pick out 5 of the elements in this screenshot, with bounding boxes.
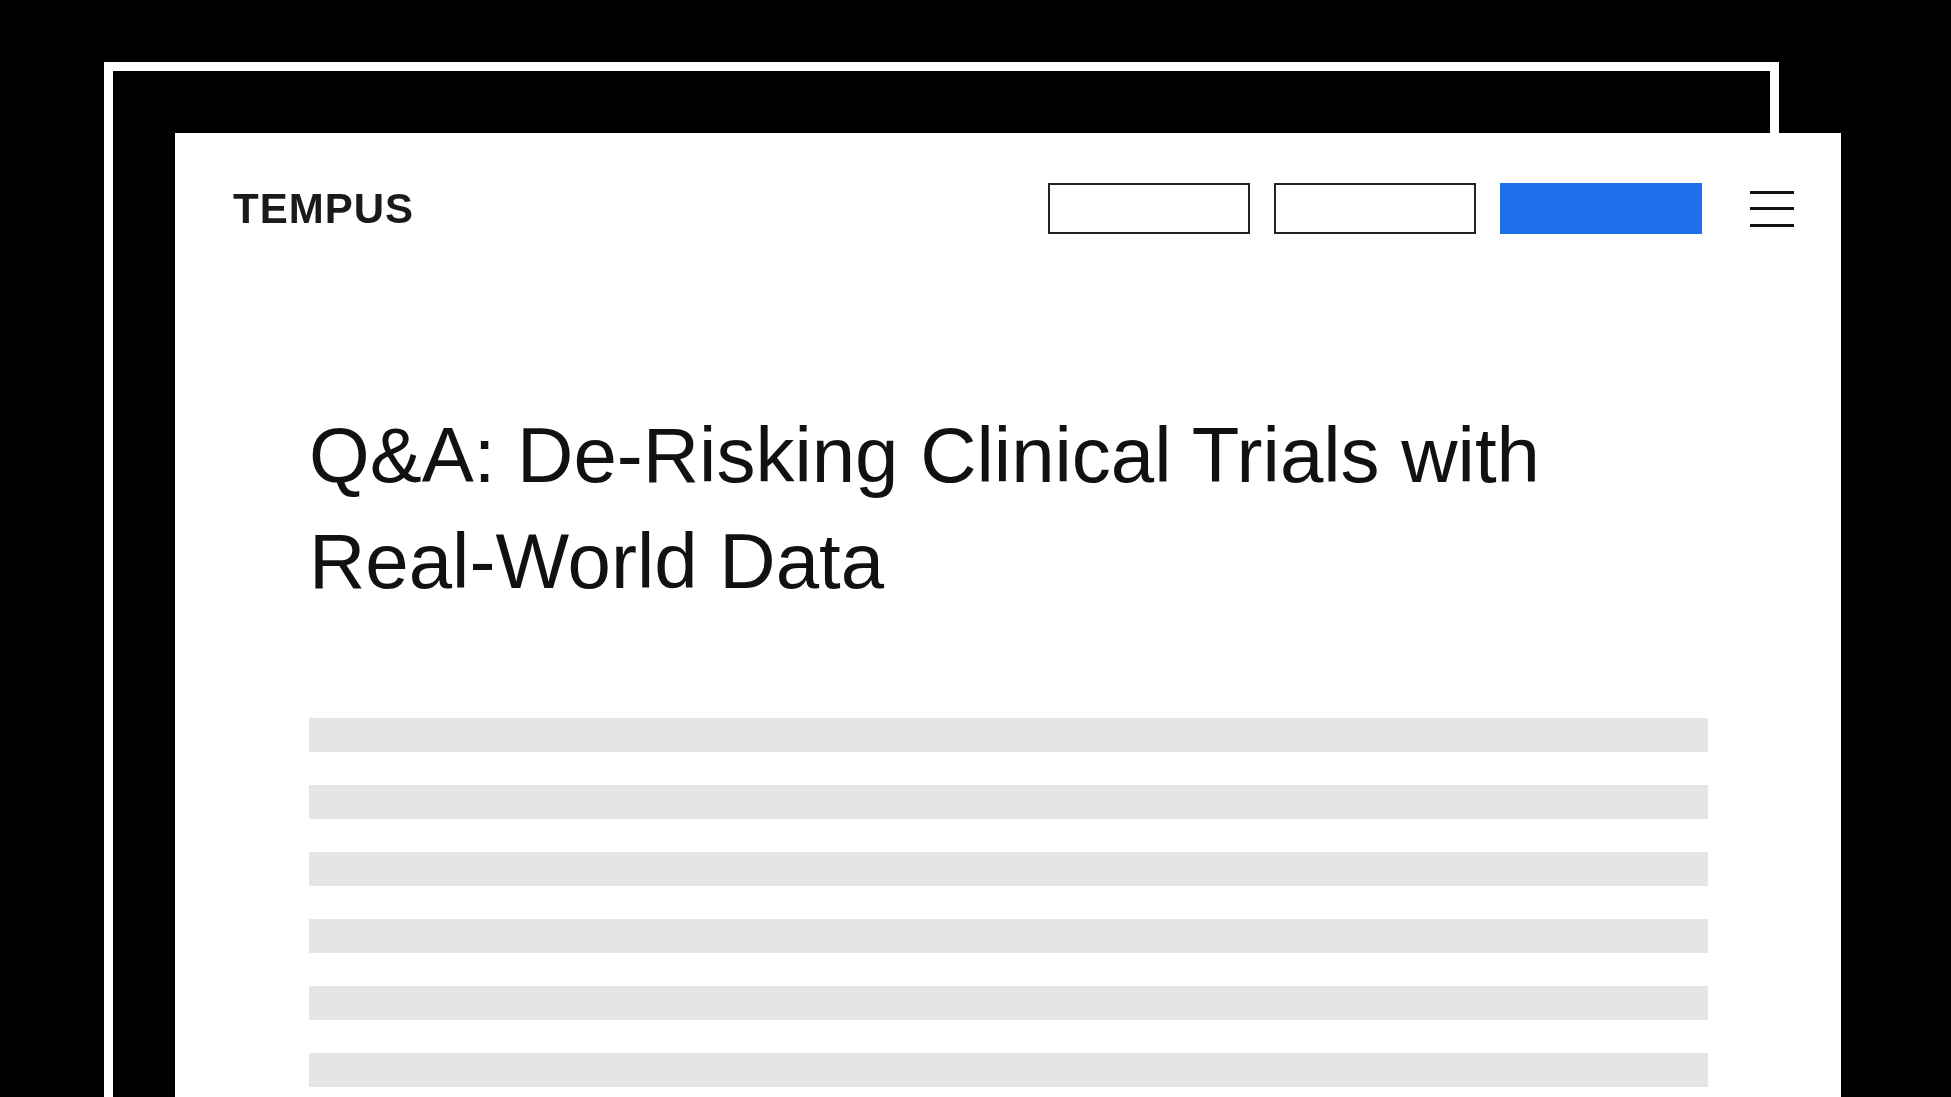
nav-button[interactable]: [1048, 183, 1250, 234]
logo[interactable]: TEMPUS: [233, 187, 414, 230]
nav-button[interactable]: [1274, 183, 1476, 234]
menu-icon[interactable]: [1750, 189, 1794, 228]
article-title: Q&A: De-Risking Clinical Trials with Real-World Data: [309, 410, 1541, 607]
